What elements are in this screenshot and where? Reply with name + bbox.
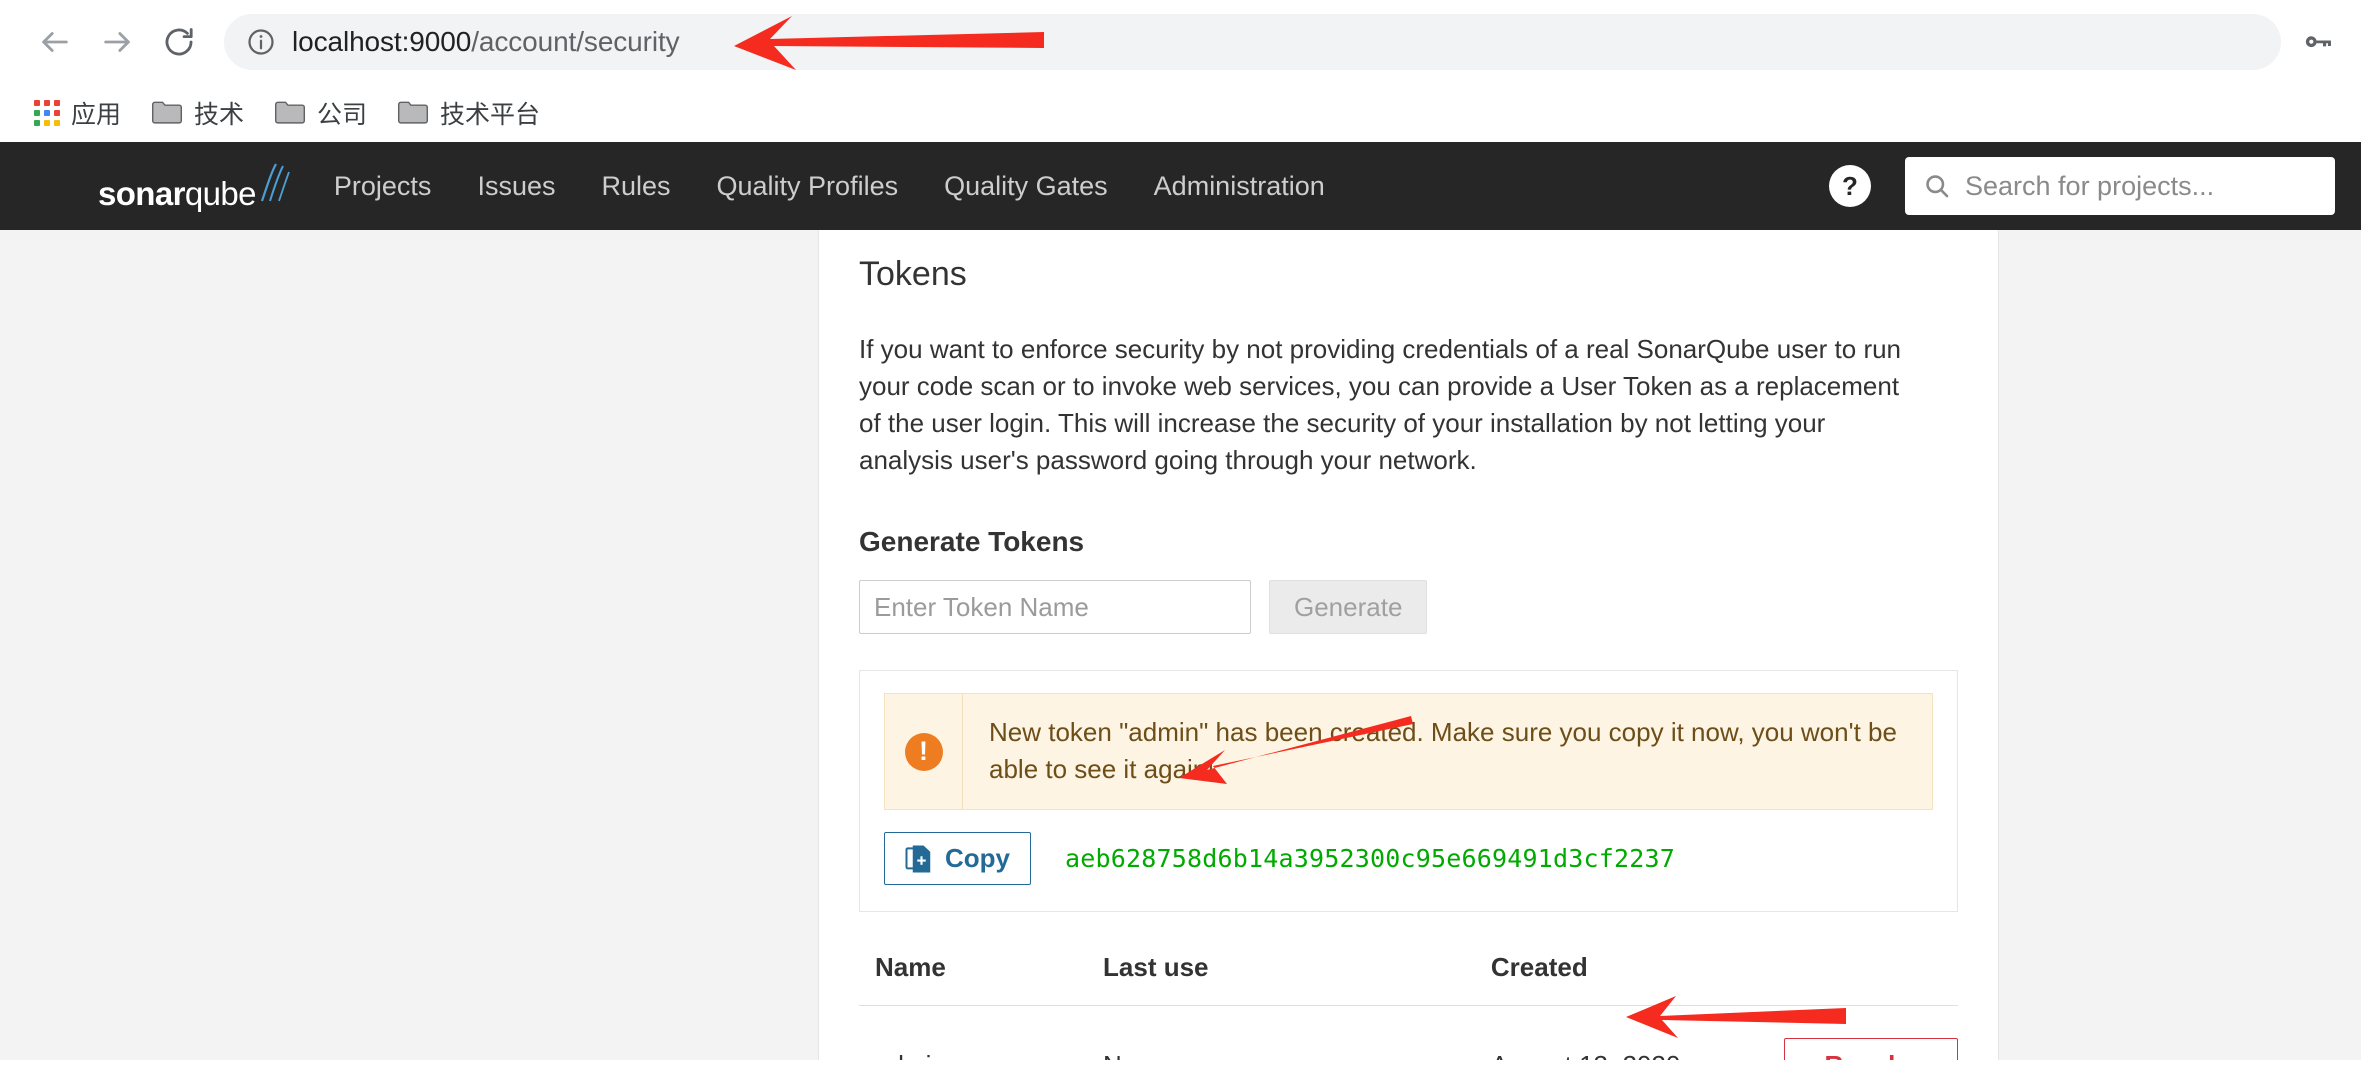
column-header-created: Created (1490, 952, 1784, 1007)
forward-arrow-icon (104, 32, 130, 52)
bookmark-label: 公司 (317, 101, 368, 129)
revoke-button[interactable]: Revoke (1783, 1038, 1958, 1060)
logo-light-part: qube (184, 174, 257, 212)
reload-icon (165, 28, 193, 56)
tokens-table: Name Last use Created admin Never August… (859, 952, 1958, 1060)
alert-message: New token "admin" has been created. Make… (989, 717, 1897, 784)
back-button[interactable] (24, 11, 86, 73)
nav-link-issues[interactable]: Issues (475, 165, 557, 208)
sonarqube-nav-links: Projects Issues Rules Quality Profiles Q… (332, 165, 1327, 208)
nav-link-rules[interactable]: Rules (599, 165, 672, 208)
forward-button[interactable] (86, 11, 148, 73)
generate-token-row: Generate (859, 580, 1958, 635)
browser-toolbar: localhost:9000/account/security (0, 0, 2361, 84)
bookmark-folder-1[interactable]: 技术 (141, 89, 254, 137)
search-icon (1926, 175, 1949, 198)
logo-bold-part: sonar (98, 174, 185, 212)
sonarqube-top-nav: sonarqube Projects Issues Rules Quality … (0, 142, 2361, 230)
folder-icon (397, 100, 429, 126)
table-row: admin Never August 13, 2020 Revoke (859, 1006, 1958, 1060)
bookmark-label: 应用 (71, 101, 122, 129)
security-content-card: Tokens If you want to enforce security b… (818, 230, 1999, 1060)
sonarqube-nav-right: ? Search for projects... (1829, 157, 2341, 215)
column-header-actions (1783, 952, 1958, 1007)
search-input-placeholder: Search for projects... (1965, 170, 2215, 201)
warning-exclamation-icon: ! (904, 732, 943, 771)
token-name-input[interactable] (859, 580, 1251, 635)
folder-icon (151, 100, 183, 126)
column-header-name: Name (859, 952, 1104, 1007)
browser-chrome: localhost:9000/account/security 应用 技术 公司… (0, 0, 2361, 142)
generate-tokens-heading: Generate Tokens (859, 526, 1085, 558)
generate-button[interactable]: Generate (1269, 580, 1428, 635)
bookmark-apps[interactable]: 应用 (24, 89, 131, 137)
page-body: Tokens If you want to enforce security b… (0, 230, 2361, 1060)
bookmarks-bar: 应用 技术 公司 技术平台 (0, 84, 2361, 142)
bookmark-label: 技术平台 (440, 101, 541, 129)
generated-token-value: aeb628758d6b14a3952300c95e669491d3cf2237 (1065, 844, 1676, 874)
token-copy-row: Copy aeb628758d6b14a3952300c95e669491d3c… (884, 832, 1933, 886)
nav-link-projects[interactable]: Projects (332, 165, 434, 208)
cell-last-use: Never (1103, 1006, 1491, 1060)
project-search-box[interactable]: Search for projects... (1905, 157, 2335, 215)
address-bar[interactable]: localhost:9000/account/security (224, 14, 2281, 70)
nav-link-administration[interactable]: Administration (1152, 165, 1327, 208)
sonarqube-arc-icon (258, 162, 292, 208)
nav-link-quality-gates[interactable]: Quality Gates (942, 165, 1110, 208)
key-icon (2305, 36, 2331, 48)
bookmark-label: 技术 (194, 101, 245, 129)
copy-button[interactable]: Copy (884, 832, 1031, 886)
cell-token-name: admin (859, 1006, 1103, 1060)
tokens-table-body: admin Never August 13, 2020 Revoke (859, 1006, 1958, 1060)
apps-grid-icon (34, 100, 60, 126)
bookmark-folder-2[interactable]: 公司 (264, 89, 377, 137)
address-bar-url: localhost:9000/account/security (292, 26, 680, 58)
table-header-row: Name Last use Created (859, 952, 1958, 1007)
column-header-last-use: Last use (1103, 952, 1491, 1007)
address-bar-host: localhost:9000 (292, 26, 472, 57)
copy-document-icon (905, 845, 931, 873)
password-manager-button[interactable] (2299, 24, 2339, 60)
folder-icon (274, 100, 306, 126)
bookmark-folder-3[interactable]: 技术平台 (387, 89, 550, 137)
help-icon[interactable]: ? (1829, 165, 1871, 207)
cell-created: August 13, 2020 (1491, 1006, 1784, 1060)
sonarqube-logo-text: sonarqube (98, 177, 256, 210)
nav-link-quality-profiles[interactable]: Quality Profiles (715, 165, 901, 208)
site-info-icon[interactable] (246, 27, 276, 57)
address-bar-path: /account/security (471, 26, 680, 57)
alert-icon-cell: ! (885, 694, 963, 810)
tokens-description: If you want to enforce security by not p… (859, 333, 1902, 475)
page-title: Tokens (859, 255, 967, 293)
reload-button[interactable] (148, 11, 210, 73)
sonarqube-logo[interactable]: sonarqube (98, 162, 292, 210)
cell-actions: Revoke (1783, 1006, 1958, 1060)
tokens-table-head: Name Last use Created (859, 952, 1958, 1007)
back-arrow-icon (42, 32, 68, 52)
token-created-alert: ! New token "admin" has been created. Ma… (884, 693, 1933, 811)
copy-button-label: Copy (945, 843, 1010, 874)
new-token-panel: ! New token "admin" has been created. Ma… (859, 670, 1958, 913)
